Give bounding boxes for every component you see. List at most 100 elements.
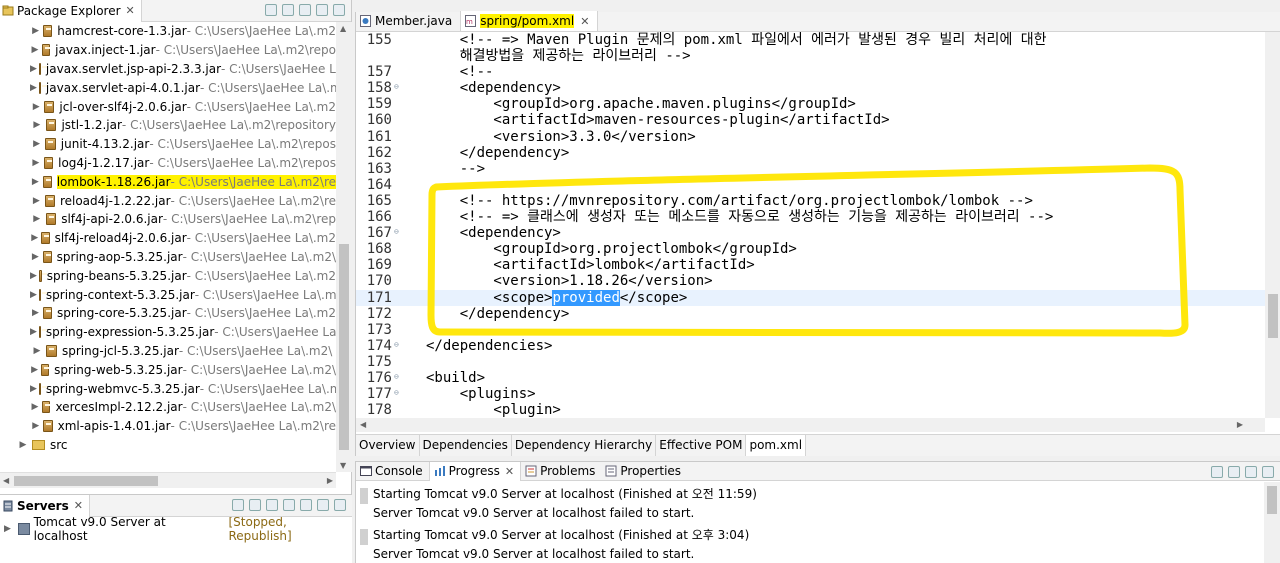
tree-item-jar[interactable]: ▶ jcl-over-slf4j-2.0.6.jar - C:\Users\Jae… [0,97,336,116]
expand-arrow-icon[interactable]: ▶ [4,524,16,534]
code-line[interactable]: 170 <version>1.18.26</version> [356,273,1265,289]
tree-horizontal-scrollbar[interactable]: ◀ ▶ [0,472,336,488]
editor-horizontal-scrollbar[interactable]: ◀ ▶ [356,418,1265,432]
expand-arrow-icon[interactable]: ▶ [30,139,43,149]
tree-item-jar[interactable]: ▶ spring-jcl-5.3.25.jar - C:\Users\JaeHee… [0,342,336,361]
expand-arrow-icon[interactable]: ▶ [30,308,41,318]
tree-item-jar[interactable]: ▶ hamcrest-core-1.3.jar - C:\Users\JaeHee… [0,22,336,41]
pom-tab-dependency-hierarchy[interactable]: Dependency Hierarchy [512,435,657,456]
expand-arrow-icon[interactable]: ▶ [30,120,44,130]
fold-toggle-icon[interactable]: ⊖ [394,80,404,96]
code-line[interactable]: 173 [356,322,1265,338]
code-line[interactable]: 172 </dependency> [356,306,1265,322]
tree-item-jar[interactable]: ▶ javax.inject-1.jar - C:\Users\JaeHee La… [0,41,336,60]
close-icon[interactable]: ✕ [505,465,514,478]
remove-all-finished-icon[interactable] [1211,466,1223,478]
scroll-right-icon[interactable]: ▶ [1237,420,1243,429]
expand-arrow-icon[interactable]: ▶ [30,365,39,375]
tree-item-jar[interactable]: ▶ spring-aop-5.3.25.jar - C:\Users\JaeHee… [0,248,336,267]
view-menu-icon[interactable] [317,499,329,511]
code-line[interactable]: 171 <scope>provided</scope> [356,289,1265,306]
code-line[interactable]: 167 ⊖ <dependency> [356,225,1265,241]
profile-server-icon[interactable] [266,499,278,511]
close-icon[interactable]: ✕ [126,4,135,17]
expand-arrow-icon[interactable]: ▶ [30,196,43,206]
tree-item-src[interactable]: ▶ src [0,436,336,455]
debug-server-icon[interactable] [232,499,244,511]
pom-tab-dependencies[interactable]: Dependencies [420,435,512,456]
expand-arrow-icon[interactable]: ▶ [30,233,39,243]
expand-arrow-icon[interactable]: ▶ [30,271,37,281]
code-line[interactable]: 해결방법을 제공하는 라이브러리 --> [356,48,1265,64]
package-explorer-tab[interactable]: Package Explorer ✕ [0,0,142,22]
minimize-icon[interactable] [1245,466,1257,478]
tree-item-jar[interactable]: ▶ slf4j-api-2.0.6.jar - C:\Users\JaeHee L… [0,210,336,229]
code-line[interactable]: 158 ⊖ <dependency> [356,80,1265,96]
code-line[interactable]: 176 ⊖ <build> [356,370,1265,386]
view-menu-icon[interactable] [1228,466,1240,478]
code-line[interactable]: 161 <version>3.3.0</version> [356,129,1265,145]
code-line[interactable]: 160 <artifactId>maven-resources-plugin</… [356,112,1265,128]
scrollbar-thumb[interactable] [339,244,349,450]
tree-item-jar[interactable]: ▶ xercesImpl-2.12.2.jar - C:\Users\JaeHee… [0,398,336,417]
code-line[interactable]: 157 <!-- [356,64,1265,80]
link-with-editor-icon[interactable] [282,4,294,16]
scrollbar-thumb[interactable] [14,476,158,486]
publish-icon[interactable] [300,499,312,511]
editor-vertical-scrollbar[interactable] [1265,32,1280,418]
expand-arrow-icon[interactable]: ▶ [30,402,40,412]
tab-problems[interactable]: Problems [521,462,601,481]
code-line[interactable]: 175 [356,354,1265,370]
tree-item-jar[interactable]: ▶ spring-core-5.3.25.jar - C:\Users\JaeHe… [0,304,336,323]
pom-tab-overview[interactable]: Overview [356,435,420,456]
collapse-all-icon[interactable] [265,4,277,16]
code-editor[interactable]: 155 <!-- => Maven Plugin 문제의 pom.xml 파일에… [356,32,1265,418]
code-line[interactable]: 177 ⊖ <plugins> [356,386,1265,402]
maximize-icon[interactable] [333,4,345,16]
tree-item-jar[interactable]: ▶ slf4j-reload4j-2.0.6.jar - C:\Users\Jae… [0,229,336,248]
scroll-left-icon[interactable]: ◀ [360,420,366,429]
scroll-right-icon[interactable]: ▶ [327,476,333,485]
expand-arrow-icon[interactable]: ▶ [30,26,41,36]
code-line[interactable]: 163 --> [356,161,1265,177]
editor-tab-pom-xml[interactable]: m spring/pom.xml ✕ [461,11,599,31]
scroll-up-icon[interactable]: ▲ [340,24,346,33]
code-line[interactable]: 159 <groupId>org.apache.maven.plugins</g… [356,96,1265,112]
tree-item-jar[interactable]: ▶ jstl-1.2.jar - C:\Users\JaeHee La\.m2\r… [0,116,336,135]
code-line[interactable]: 178 <plugin> [356,402,1265,418]
scroll-left-icon[interactable]: ◀ [3,476,9,485]
tree-vertical-scrollbar[interactable]: ▲ ▼ [336,22,352,472]
code-line[interactable]: 162 </dependency> [356,145,1265,161]
expand-arrow-icon[interactable]: ▶ [30,214,44,224]
package-tree[interactable]: ▶ hamcrest-core-1.3.jar - C:\Users\JaeHee… [0,22,336,472]
tree-item-jar[interactable]: ▶ spring-beans-5.3.25.jar - C:\Users\JaeH… [0,266,336,285]
tree-item-jar[interactable]: ▶ spring-webmvc-5.3.25.jar - C:\Users\Jae… [0,379,336,398]
expand-arrow-icon[interactable]: ▶ [30,64,37,74]
expand-arrow-icon[interactable]: ▶ [30,45,40,55]
console-vertical-scrollbar[interactable] [1264,482,1280,563]
server-item[interactable]: ▶ Tomcat v9.0 Server at localhost [Stopp… [0,515,352,543]
minimize-icon[interactable] [316,4,328,16]
fold-toggle-icon[interactable]: ⊖ [394,338,404,354]
code-line[interactable]: 166 <!-- => 클래스에 생성자 또는 메소드를 자동으로 생성하는 기… [356,209,1265,225]
tree-item-jar[interactable]: ▶ spring-context-5.3.25.jar - C:\Users\Ja… [0,285,336,304]
close-icon[interactable]: ✕ [74,499,83,512]
close-icon[interactable]: ✕ [580,15,589,28]
code-line[interactable]: 168 <groupId>org.projectlombok</groupId> [356,241,1265,257]
code-line[interactable]: 165 <!-- https://mvnrepository.com/artif… [356,193,1265,209]
fold-toggle-icon[interactable]: ⊖ [394,225,404,241]
maximize-icon[interactable] [1262,466,1274,478]
start-server-icon[interactable] [249,499,261,511]
expand-arrow-icon[interactable]: ▶ [30,83,37,93]
progress-entry[interactable]: Starting Tomcat v9.0 Server at localhost… [356,481,1280,522]
expand-arrow-icon[interactable]: ▶ [30,346,44,356]
progress-entry[interactable]: Starting Tomcat v9.0 Server at localhost… [356,522,1280,563]
expand-arrow-icon[interactable]: ▶ [30,252,41,262]
expand-arrow-icon[interactable]: ▶ [30,327,37,337]
tab-properties[interactable]: Properties [601,462,687,481]
tree-item-jar[interactable]: ▶ log4j-1.2.17.jar - C:\Users\JaeHee La\.… [0,154,336,173]
expand-arrow-icon[interactable]: ▶ [30,384,37,394]
tree-item-jar[interactable]: ▶ reload4j-1.2.22.jar - C:\Users\JaeHee L… [0,191,336,210]
expand-arrow-icon[interactable]: ▶ [30,421,41,431]
stop-server-icon[interactable] [283,499,295,511]
